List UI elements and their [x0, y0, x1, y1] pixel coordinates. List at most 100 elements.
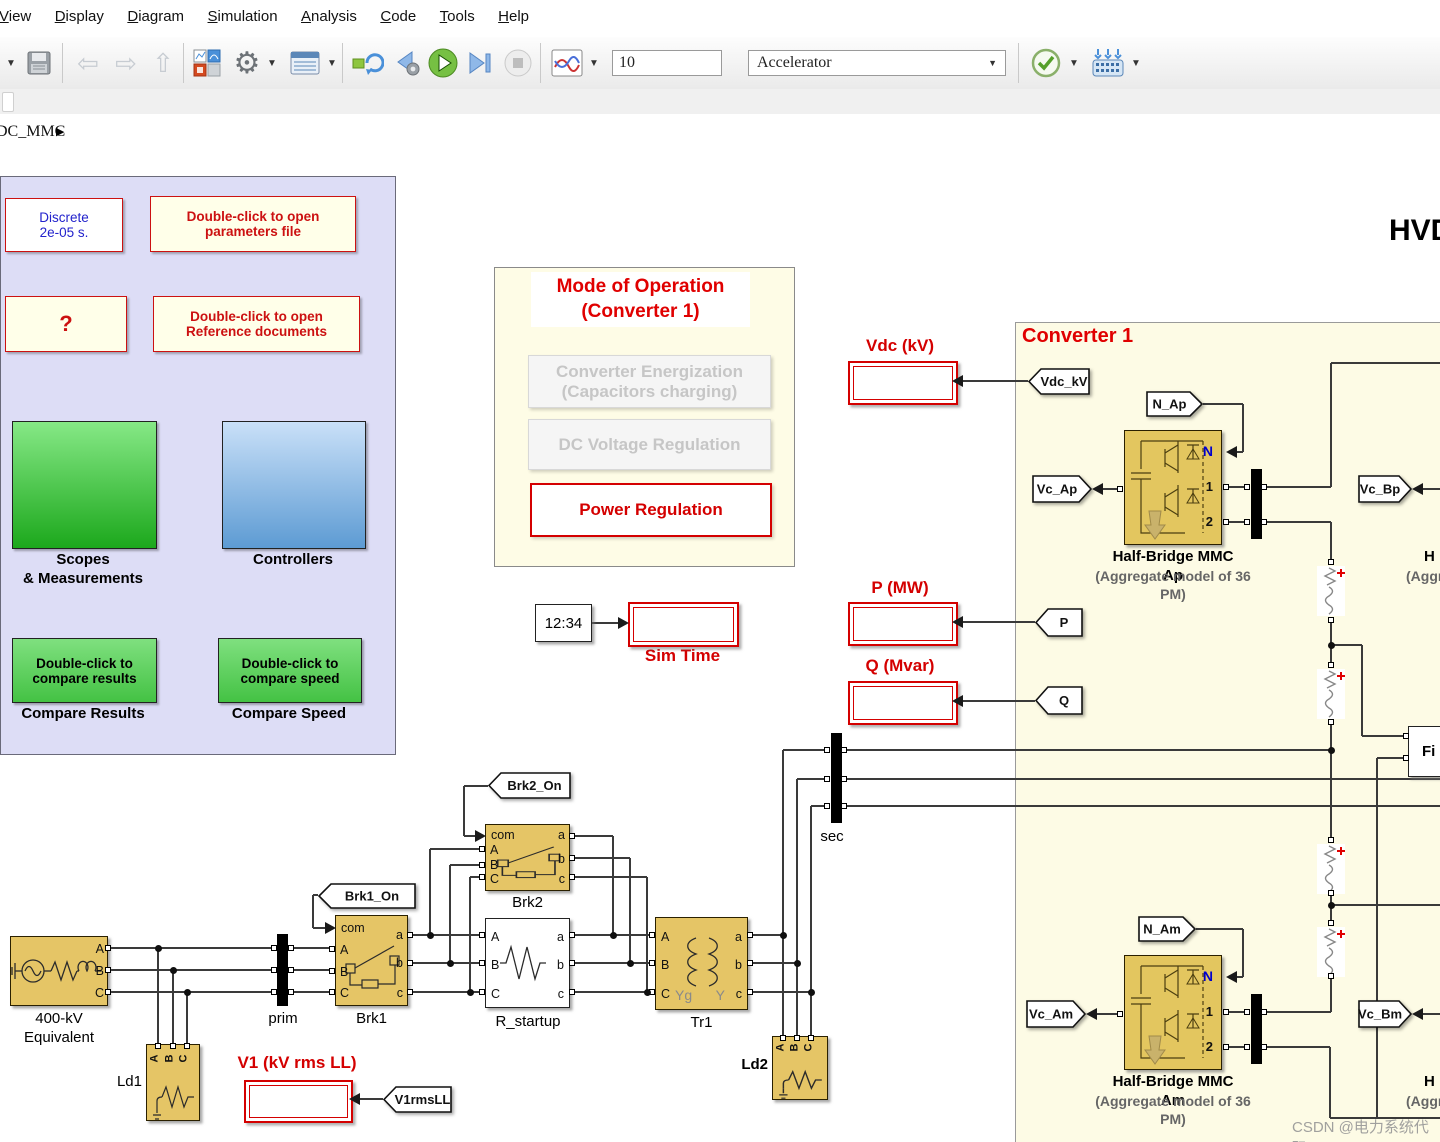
- wire: [629, 858, 631, 963]
- wire: [1096, 1013, 1118, 1015]
- compare-speed-button[interactable]: Double-click to compare speed: [218, 638, 362, 703]
- wire: [463, 786, 465, 836]
- wire: [783, 749, 827, 751]
- tag-n_ap[interactable]: N_Ap: [1146, 391, 1203, 417]
- sim-time-display[interactable]: [628, 602, 739, 647]
- discrete-solver-block[interactable]: Discrete 2e-05 s.: [5, 198, 123, 252]
- bus-ap[interactable]: [1251, 469, 1262, 539]
- q-display[interactable]: [848, 681, 958, 725]
- sim-time-label: Sim Time: [620, 646, 745, 666]
- mode-power-regulation-button[interactable]: Power Regulation: [530, 483, 772, 537]
- open-parameters-button[interactable]: Double-click to open parameters file: [150, 196, 356, 252]
- breadcrumb-arrow-icon[interactable]: ▶: [56, 125, 64, 138]
- menu-code[interactable]: Code: [375, 0, 421, 25]
- wire: [464, 785, 488, 787]
- bus-am[interactable]: [1251, 994, 1262, 1064]
- junction-dot: [447, 960, 454, 967]
- refresh-blocks-check-icon[interactable]: [1028, 37, 1064, 89]
- keyboard-shortcuts-icon[interactable]: [1088, 37, 1128, 89]
- tag-brk1_on[interactable]: Brk1_On: [318, 883, 416, 909]
- arm-rl-element[interactable]: [1317, 669, 1345, 719]
- keyboard-dropdown-icon[interactable]: ▼: [1130, 37, 1142, 89]
- arm-rl-element[interactable]: [1317, 927, 1345, 977]
- arm-rl-element[interactable]: [1317, 566, 1345, 616]
- bus-prim[interactable]: [277, 934, 288, 1006]
- mode-energization-button[interactable]: Converter Energization (Capacitors charg…: [528, 355, 771, 408]
- source-400kv-block[interactable]: A B C: [10, 936, 108, 1006]
- gear-dropdown-icon[interactable]: ▼: [266, 37, 278, 89]
- tag-vc_am[interactable]: Vc_Am: [1026, 1000, 1086, 1028]
- ld2-block[interactable]: A B C: [772, 1036, 828, 1100]
- tag-q[interactable]: Q: [1035, 686, 1083, 715]
- tr1-C: C: [661, 988, 670, 1001]
- menu-tools[interactable]: Tools: [435, 0, 480, 25]
- r-startup-block[interactable]: A B C a b c: [485, 918, 570, 1008]
- wire: [1242, 404, 1244, 452]
- chevron-down-icon[interactable]: ▼: [4, 37, 18, 89]
- library-browser-icon[interactable]: [189, 37, 225, 89]
- menu-help[interactable]: Help: [493, 0, 534, 25]
- menu-analysis[interactable]: Analysis: [296, 0, 362, 25]
- rstartup-b: b: [557, 959, 564, 972]
- wire: [469, 877, 471, 992]
- forward-icon[interactable]: ⇨: [108, 37, 144, 89]
- wire: [1362, 735, 1406, 737]
- controllers-subsystem-block[interactable]: [222, 421, 366, 549]
- brk1-block[interactable]: com A B C a b c: [335, 915, 408, 1006]
- step-back-icon[interactable]: [390, 37, 424, 89]
- tag-vc_ap[interactable]: Vc_Ap: [1032, 475, 1092, 503]
- menu-diagram[interactable]: Diagram: [122, 0, 189, 25]
- mmc-ap-block[interactable]: N 1 2: [1124, 430, 1222, 545]
- explorer-dropdown-icon[interactable]: ▼: [326, 37, 338, 89]
- mmc-am-block[interactable]: N 1 2: [1124, 955, 1222, 1070]
- port-square: [1328, 890, 1334, 896]
- save-icon[interactable]: [22, 37, 56, 89]
- brk2-block[interactable]: com A B C a b c: [485, 824, 570, 891]
- tr1-A: A: [661, 931, 669, 944]
- tr1-block[interactable]: A B C a b c Yg Y: [655, 917, 748, 1010]
- junction-dot: [610, 932, 617, 939]
- digital-clock-block[interactable]: 12:34: [535, 604, 592, 642]
- tag-n_am[interactable]: N_Am: [1138, 916, 1196, 942]
- stop-icon[interactable]: [500, 37, 536, 89]
- scope-icon[interactable]: [548, 37, 586, 89]
- tag-vc_bm[interactable]: Vc_Bm: [1358, 1000, 1412, 1028]
- menu-display[interactable]: Display: [50, 0, 109, 25]
- wire: [750, 991, 811, 993]
- scope-dropdown-icon[interactable]: ▼: [588, 37, 600, 89]
- open-reference-docs-button[interactable]: Double-click to open Reference documents: [153, 296, 360, 352]
- step-forward-icon[interactable]: [464, 37, 496, 89]
- model-explorer-icon[interactable]: [286, 37, 324, 89]
- brk1-C: C: [340, 987, 349, 1000]
- vdc-display[interactable]: [848, 361, 958, 405]
- menu-simulation[interactable]: Simulation: [203, 0, 283, 25]
- model-canvas[interactable]: HVD Discrete 2e-05 s. Double-click to op…: [0, 152, 1440, 1142]
- mode-dc-voltage-button[interactable]: DC Voltage Regulation: [528, 419, 771, 470]
- back-icon[interactable]: ⇦: [70, 37, 106, 89]
- port-square: [288, 967, 294, 973]
- wire-arrowhead: [475, 830, 486, 842]
- up-to-parent-icon[interactable]: ⇧: [146, 37, 180, 89]
- check-dropdown-icon[interactable]: ▼: [1068, 37, 1080, 89]
- port-square: [479, 862, 485, 868]
- model-settings-gear-icon[interactable]: ⚙: [228, 37, 266, 89]
- tag-brk2_on[interactable]: Brk2_On: [488, 772, 571, 799]
- v1-display[interactable]: [244, 1080, 353, 1123]
- wire: [1361, 645, 1363, 736]
- tag-vc_bp[interactable]: Vc_Bp: [1358, 475, 1412, 503]
- run-icon[interactable]: [426, 37, 460, 89]
- tag-vdc_kv[interactable]: Vdc_kV: [1028, 368, 1090, 395]
- tag-v1rms[interactable]: V1rmsLL: [383, 1086, 452, 1113]
- ld1-block[interactable]: A B C: [146, 1044, 200, 1121]
- scopes-subsystem-block[interactable]: [12, 421, 157, 549]
- stop-time-input[interactable]: [612, 50, 722, 76]
- help-question-block[interactable]: ?: [5, 296, 127, 352]
- update-diagram-icon[interactable]: [349, 37, 387, 89]
- sim-mode-select[interactable]: Accelerator ▼: [748, 50, 1006, 76]
- arm-rl-element[interactable]: [1317, 844, 1345, 894]
- p-display[interactable]: [848, 602, 958, 646]
- filter-block-fragment[interactable]: Fi: [1408, 726, 1440, 777]
- menu-view[interactable]: View: [0, 0, 36, 25]
- compare-results-button[interactable]: Double-click to compare results: [12, 638, 157, 703]
- tag-p[interactable]: P: [1035, 608, 1083, 637]
